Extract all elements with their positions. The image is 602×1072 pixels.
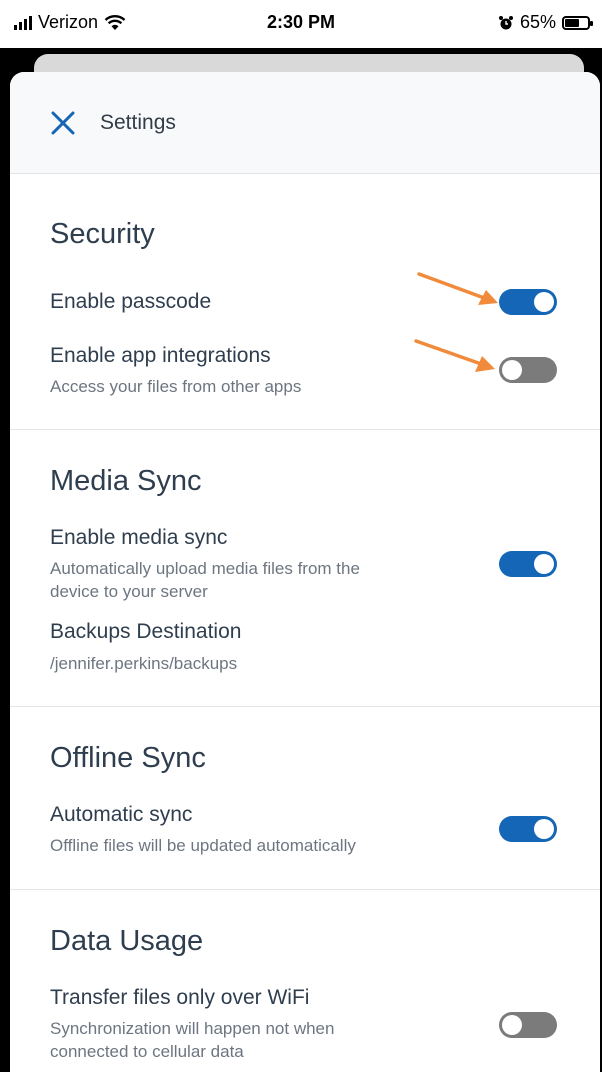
toggle-knob [502, 360, 522, 380]
backups-destination-label[interactable]: Backups Destination [50, 620, 241, 644]
battery-percent: 65% [519, 12, 556, 32]
section-title-security: Security [50, 218, 155, 250]
media-sync-toggle[interactable] [499, 551, 557, 577]
automatic-sync-toggle[interactable] [499, 816, 557, 842]
settings-header: Settings [10, 72, 600, 174]
close-icon [51, 111, 75, 134]
media-sync-description-line1: Automatically upload media files from th… [50, 559, 360, 578]
backups-destination-path: /jennifer.perkins/backups [50, 654, 238, 673]
section-title-offline-sync: Offline Sync [50, 742, 206, 774]
wifi-only-toggle[interactable] [499, 1012, 557, 1038]
integrations-toggle[interactable] [499, 357, 557, 383]
toggle-knob [534, 554, 554, 574]
automatic-sync-description: Offline files will be updated automatica… [50, 836, 356, 855]
media-sync-description-line2: device to your server [50, 582, 208, 601]
close-button[interactable] [48, 108, 78, 138]
alarm-icon [498, 15, 513, 29]
wifi-only-description-line1: Synchronization will happen not when [50, 1019, 335, 1038]
integrations-label: Enable app integrations [50, 344, 271, 367]
section-offline-sync: Offline Sync Automatic sync Offline file… [10, 707, 600, 890]
media-sync-label: Enable media sync [50, 526, 228, 549]
page-title: Settings [100, 110, 176, 134]
passcode-toggle[interactable] [499, 289, 557, 315]
automatic-sync-label: Automatic sync [50, 803, 193, 826]
section-data-usage: Data Usage Transfer files only over WiFi… [10, 890, 600, 1072]
section-media-sync: Media Sync Enable media sync Automatical… [10, 430, 600, 707]
section-security: Security Enable passcode Enable app inte… [10, 174, 600, 430]
toggle-knob [502, 1015, 522, 1035]
toggle-knob [534, 819, 554, 839]
integrations-description: Access your files from other apps [50, 377, 302, 396]
section-title-media-sync: Media Sync [50, 465, 202, 497]
passcode-label: Enable passcode [50, 290, 212, 313]
status-right: 65% [498, 12, 593, 33]
section-title-data-usage: Data Usage [50, 925, 204, 957]
wifi-only-label: Transfer files only over WiFi [50, 986, 310, 1009]
status-bar: Verizon 2:30 PM 65% [0, 0, 602, 48]
toggle-knob [534, 292, 554, 312]
settings-sheet: Settings Security Enable passcode Enable… [10, 72, 600, 1072]
wifi-only-description-line2: connected to cellular data [50, 1042, 244, 1061]
battery-icon [562, 15, 593, 30]
